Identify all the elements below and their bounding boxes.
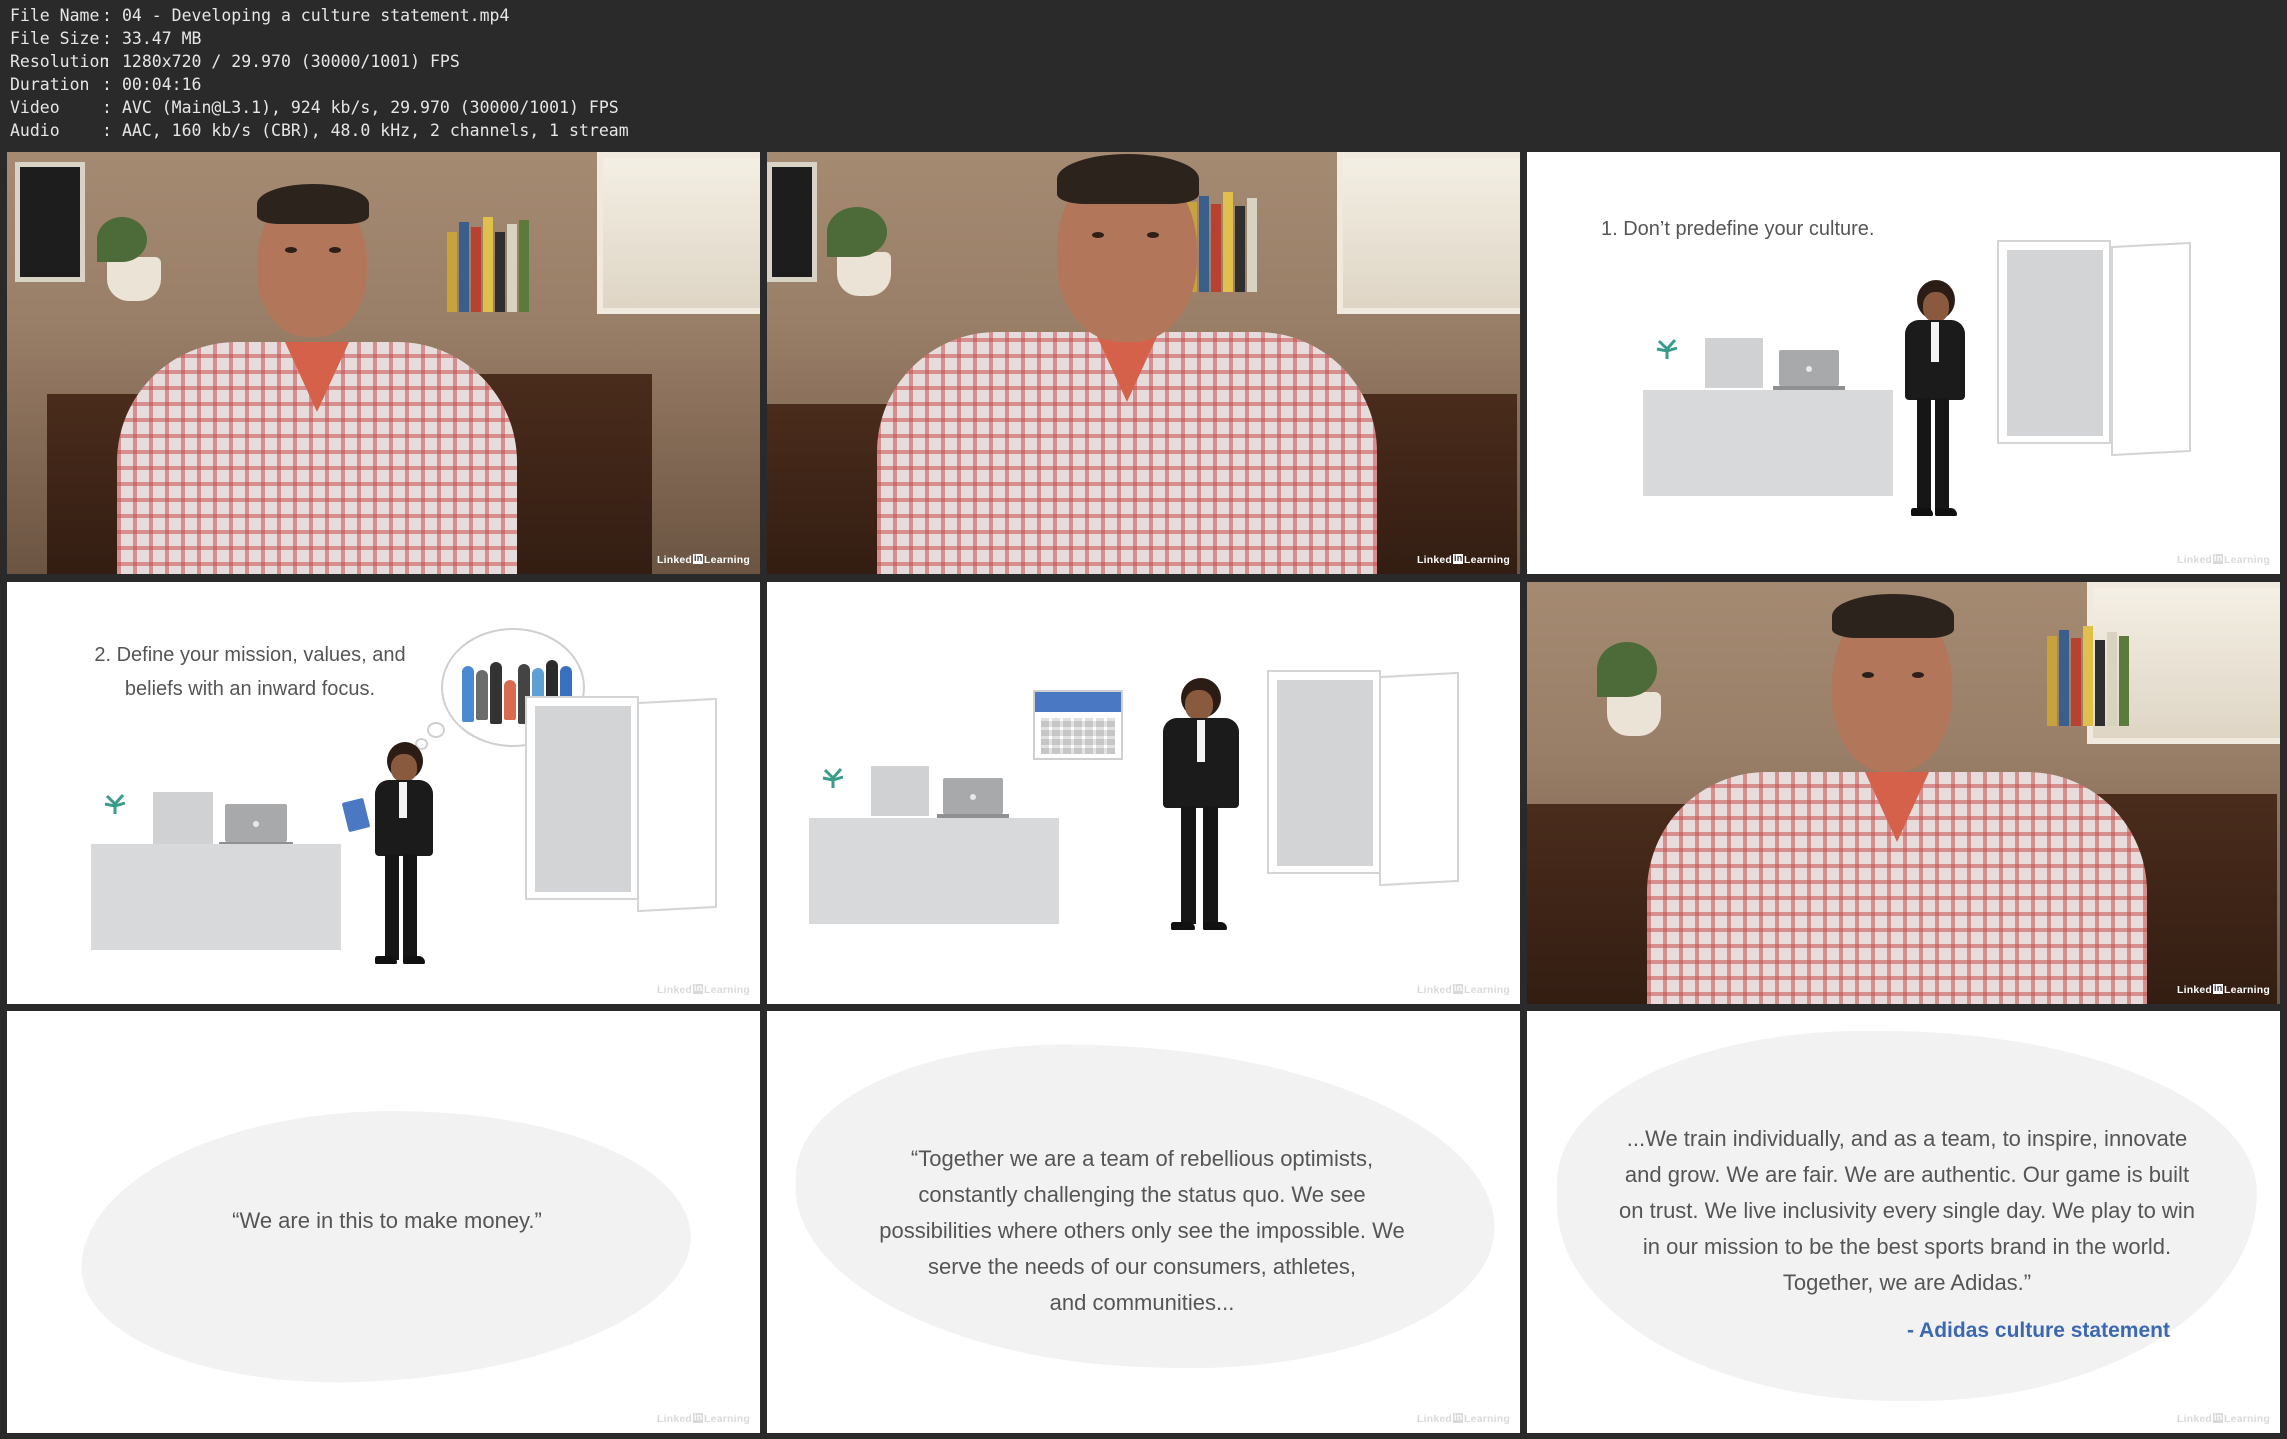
- monitor: [153, 792, 213, 844]
- linkedin-learning-logo: Linked in Learning: [2177, 983, 2270, 996]
- woman-figure: [1897, 280, 1977, 520]
- info-row-file-name: File Name:04 - Developing a culture stat…: [10, 6, 510, 25]
- linkedin-learning-logo: Linked in Learning: [2177, 1412, 2270, 1425]
- open-door: [1379, 671, 1459, 887]
- wall-picture-frame: [15, 162, 85, 282]
- thumbnail-8-quote-team[interactable]: “Together we are a team of rebellious op…: [767, 1011, 1520, 1433]
- quote-text: “We are in this to make money.”: [232, 1208, 542, 1233]
- info-row-video: Video: AVC (Main@L3.1), 924 kb/s, 29.970 …: [10, 98, 619, 117]
- presenter: [1637, 582, 2157, 1004]
- linkedin-learning-logo: Linked in Learning: [2177, 553, 2270, 566]
- door-frame: [1997, 240, 2111, 444]
- door-frame: [525, 696, 639, 900]
- linkedin-learning-logo: Linked in Learning: [1417, 983, 1510, 996]
- presenter: [877, 152, 1377, 574]
- presenter-hair: [1832, 594, 1954, 638]
- window: [597, 152, 760, 314]
- door-frame: [1267, 670, 1381, 874]
- calendar-icon: [1033, 690, 1123, 760]
- quote-text: ...We train individually, and as a team,…: [1619, 1126, 2195, 1295]
- info-row-file-size: File Size:33.47 MB: [10, 29, 202, 48]
- open-door: [637, 697, 717, 913]
- laptop: [219, 804, 293, 846]
- monitor: [1705, 338, 1763, 388]
- linkedin-learning-logo: Linked in Learning: [657, 983, 750, 996]
- thumbnail-9-quote-adidas[interactable]: ...We train individually, and as a team,…: [1527, 1011, 2280, 1433]
- clipboard-icon: [341, 797, 371, 833]
- thumbnail-3-slide-step1[interactable]: 1. Don’t predefine your culture. Linked i…: [1527, 152, 2280, 574]
- desk: [809, 818, 1059, 924]
- monitor: [871, 766, 929, 816]
- undershirt: [285, 342, 349, 412]
- info-row-duration: Duration:00:04:16: [10, 75, 202, 94]
- woman-figure: [1157, 678, 1247, 938]
- thumbnail-4-slide-step2[interactable]: 2. Define your mission, values, and beli…: [7, 582, 760, 1004]
- plant-icon: [1656, 339, 1678, 359]
- media-info-panel: File Name:04 - Developing a culture stat…: [0, 0, 2287, 148]
- linkedin-learning-logo: Linked in Learning: [1417, 553, 1510, 566]
- laptop: [1773, 350, 1845, 390]
- presenter: [107, 172, 527, 574]
- plant-icon: [104, 794, 126, 814]
- quote-background-blob: [76, 1100, 696, 1392]
- slide-title: 2. Define your mission, values, and beli…: [94, 644, 406, 700]
- linkedin-learning-logo: Linked in Learning: [1417, 1412, 1510, 1425]
- quote-attribution: - Adidas culture statement: [1907, 1319, 2170, 1342]
- open-door: [2111, 241, 2191, 457]
- desk: [1643, 390, 1893, 496]
- woman-figure: [367, 742, 447, 967]
- quote-text: “Together we are a team of rebellious op…: [879, 1146, 1405, 1315]
- presenter-hair: [1057, 154, 1199, 204]
- linkedin-learning-logo: Linked in Learning: [657, 553, 750, 566]
- slide-title: 1. Don’t predefine your culture.: [1601, 218, 1875, 240]
- undershirt: [1095, 332, 1159, 402]
- info-row-audio: Audio: AAC, 160 kb/s (CBR), 48.0 kHz, 2 c…: [10, 121, 629, 140]
- plant-icon: [822, 768, 844, 788]
- laptop: [937, 778, 1009, 818]
- thumbnail-6-presenter[interactable]: Linked in Learning: [1527, 582, 2280, 1004]
- thumbnail-7-quote-money[interactable]: “We are in this to make money.” Linked in…: [7, 1011, 760, 1433]
- linkedin-learning-logo: Linked in Learning: [657, 1412, 750, 1425]
- thumbnail-5-slide-calendar[interactable]: Linked in Learning: [767, 582, 1520, 1004]
- thumbnail-2-presenter[interactable]: Linked in Learning: [767, 152, 1520, 574]
- undershirt: [1865, 772, 1929, 842]
- presenter-hair: [257, 184, 369, 224]
- wall-picture-frame: [767, 162, 817, 282]
- info-row-resolution: Resolution: 1280x720 / 29.970 (30000/1001…: [10, 52, 460, 71]
- thumbnail-1-presenter[interactable]: Linked in Learning: [7, 152, 760, 574]
- desk: [91, 844, 341, 950]
